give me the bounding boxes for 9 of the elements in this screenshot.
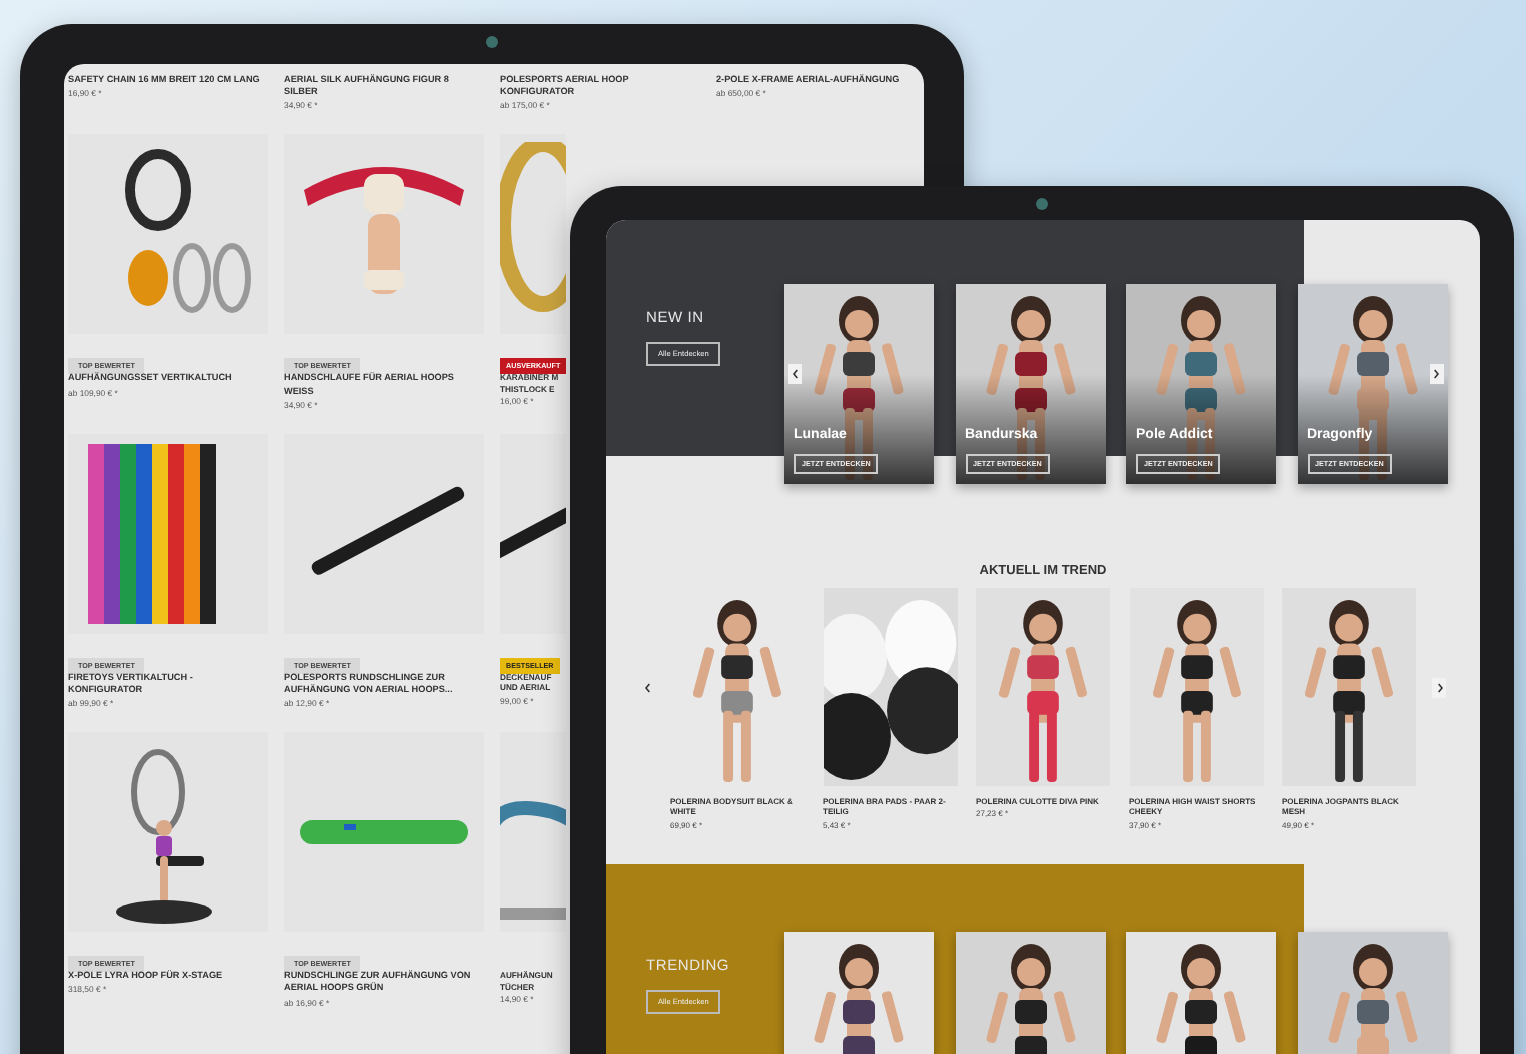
chevron-left-icon xyxy=(791,368,799,380)
chevron-right-icon xyxy=(1432,368,1440,380)
chevron-left-icon xyxy=(643,682,651,694)
camera-dot xyxy=(486,36,498,48)
camera-dot xyxy=(1036,198,1048,210)
previous-button[interactable] xyxy=(788,364,802,384)
previous-button[interactable] xyxy=(640,678,654,698)
next-button[interactable] xyxy=(1432,678,1446,698)
chevron-right-icon xyxy=(1435,682,1443,694)
